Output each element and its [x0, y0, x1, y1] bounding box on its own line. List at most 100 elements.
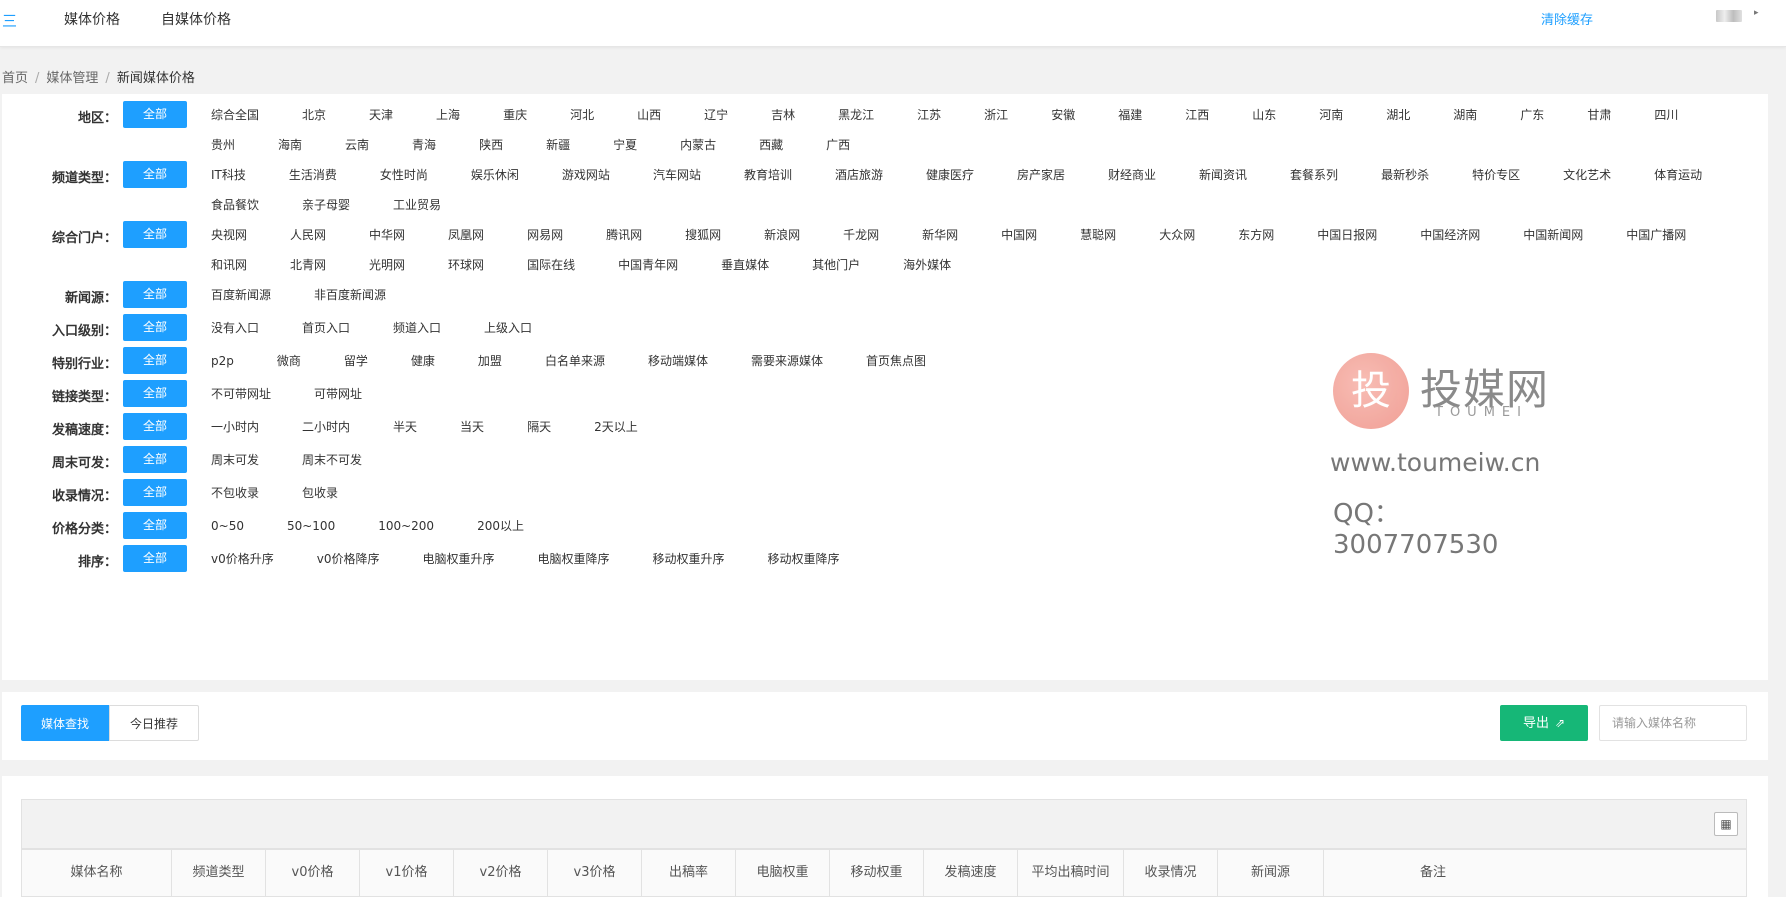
filter-option[interactable]: 房产家居 [1017, 160, 1065, 190]
filter-option[interactable]: 中国网 [1001, 220, 1037, 250]
filter-option[interactable]: 海南 [278, 130, 302, 160]
filter-all-button[interactable]: 全部 [123, 545, 187, 572]
filter-option[interactable]: 汽车网站 [653, 160, 701, 190]
filter-option[interactable]: 微商 [277, 346, 301, 376]
filter-option[interactable]: 综合全国 [211, 100, 259, 130]
filter-option[interactable]: 特价专区 [1472, 160, 1520, 190]
column-header[interactable]: 媒体名称 [22, 850, 172, 896]
filter-option[interactable]: 海外媒体 [903, 250, 951, 280]
filter-option[interactable]: 云南 [345, 130, 369, 160]
filter-all-button[interactable]: 全部 [123, 512, 187, 539]
filter-option[interactable]: 100~200 [378, 511, 434, 541]
filter-option[interactable]: 环球网 [448, 250, 484, 280]
filter-option[interactable]: 人民网 [290, 220, 326, 250]
filter-option[interactable]: 当天 [460, 412, 484, 442]
filter-option[interactable]: 不包收录 [211, 478, 259, 508]
filter-option[interactable]: 移动权重升序 [653, 544, 725, 574]
filter-option[interactable]: 健康医疗 [926, 160, 974, 190]
filter-option[interactable]: 广东 [1520, 100, 1544, 130]
nav-self-media-price[interactable]: 自媒体价格 [161, 9, 231, 29]
column-header[interactable]: 收录情况 [1124, 850, 1218, 896]
filter-option[interactable]: 和讯网 [211, 250, 247, 280]
avatar[interactable] [1716, 10, 1742, 22]
filter-option[interactable]: 光明网 [369, 250, 405, 280]
filter-option[interactable]: 江西 [1185, 100, 1209, 130]
filter-option[interactable]: 内蒙古 [680, 130, 716, 160]
filter-option[interactable]: 腾讯网 [606, 220, 642, 250]
filter-option[interactable]: 甘肃 [1587, 100, 1611, 130]
column-header[interactable]: 新闻源 [1218, 850, 1324, 896]
filter-option[interactable]: 亲子母婴 [302, 190, 350, 220]
menu-toggle-icon[interactable]: 三 [2, 10, 17, 31]
filter-option[interactable]: 大众网 [1159, 220, 1195, 250]
filter-option[interactable]: 江苏 [917, 100, 941, 130]
filter-option[interactable]: 山西 [637, 100, 661, 130]
filter-option[interactable]: 0~50 [211, 511, 244, 541]
filter-option[interactable]: 中国新闻网 [1523, 220, 1583, 250]
filter-option[interactable]: 教育培训 [744, 160, 792, 190]
filter-option[interactable]: 宁夏 [613, 130, 637, 160]
filter-option[interactable]: 浙江 [984, 100, 1008, 130]
filter-option[interactable]: 一小时内 [211, 412, 259, 442]
filter-option[interactable]: 频道入口 [393, 313, 441, 343]
tab-media-search[interactable]: 媒体查找 [21, 705, 109, 741]
filter-option[interactable]: 广西 [826, 130, 850, 160]
filter-all-button[interactable]: 全部 [123, 161, 187, 188]
filter-option[interactable]: 百度新闻源 [211, 280, 271, 310]
column-header[interactable]: 频道类型 [172, 850, 266, 896]
column-header[interactable]: 平均出稿时间 [1018, 850, 1124, 896]
filter-option[interactable]: 四川 [1654, 100, 1678, 130]
filter-option[interactable]: 移动权重降序 [768, 544, 840, 574]
column-header[interactable]: v0价格 [266, 850, 360, 896]
filter-option[interactable]: 上级入口 [484, 313, 532, 343]
filter-option[interactable]: 生活消费 [289, 160, 337, 190]
filter-option[interactable]: 套餐系列 [1290, 160, 1338, 190]
filter-all-button[interactable]: 全部 [123, 281, 187, 308]
breadcrumb-home[interactable]: 首页 [2, 71, 28, 86]
filter-option[interactable]: 包收录 [302, 478, 338, 508]
filter-option[interactable]: 垂直媒体 [721, 250, 769, 280]
filter-all-button[interactable]: 全部 [123, 314, 187, 341]
filter-option[interactable]: 财经商业 [1108, 160, 1156, 190]
filter-option[interactable]: 电脑权重降序 [538, 544, 610, 574]
filter-option[interactable]: 中华网 [369, 220, 405, 250]
filter-option[interactable]: 留学 [344, 346, 368, 376]
filter-option[interactable]: 辽宁 [704, 100, 728, 130]
filter-option[interactable]: 千龙网 [843, 220, 879, 250]
filter-option[interactable]: 周末可发 [211, 445, 259, 475]
filter-option[interactable]: 湖北 [1386, 100, 1410, 130]
filter-option[interactable]: 二小时内 [302, 412, 350, 442]
filter-option[interactable]: 慧聪网 [1080, 220, 1116, 250]
filter-option[interactable]: 天津 [369, 100, 393, 130]
filter-option[interactable]: 非百度新闻源 [314, 280, 386, 310]
tab-today-recommend[interactable]: 今日推荐 [109, 705, 199, 741]
filter-option[interactable]: v0价格升序 [211, 544, 274, 574]
filter-option[interactable]: 最新秒杀 [1381, 160, 1429, 190]
filter-option[interactable]: 白名单来源 [545, 346, 605, 376]
filter-option[interactable]: 国际在线 [527, 250, 575, 280]
filter-option[interactable]: 福建 [1118, 100, 1142, 130]
filter-option[interactable]: 东方网 [1238, 220, 1274, 250]
filter-option[interactable]: 首页入口 [302, 313, 350, 343]
filter-option[interactable]: 工业贸易 [393, 190, 441, 220]
filter-option[interactable]: 上海 [436, 100, 460, 130]
filter-option[interactable]: 河南 [1319, 100, 1343, 130]
filter-option[interactable]: 食品餐饮 [211, 190, 259, 220]
filter-option[interactable]: 山东 [1252, 100, 1276, 130]
filter-option[interactable]: 半天 [393, 412, 417, 442]
filter-option[interactable]: 北京 [302, 100, 326, 130]
filter-all-button[interactable]: 全部 [123, 221, 187, 248]
export-button[interactable]: 导出 ⇗ [1500, 705, 1588, 741]
filter-option[interactable]: 新华网 [922, 220, 958, 250]
clear-cache-link[interactable]: 清除缓存 [1541, 9, 1593, 28]
filter-option[interactable]: 中国广播网 [1626, 220, 1686, 250]
filter-option[interactable]: 中国青年网 [618, 250, 678, 280]
filter-option[interactable]: 娱乐休闲 [471, 160, 519, 190]
filter-option[interactable]: 2天以上 [594, 412, 638, 442]
filter-option[interactable]: 安徽 [1051, 100, 1075, 130]
filter-option[interactable]: 50~100 [287, 511, 335, 541]
filter-option[interactable]: 隔天 [527, 412, 551, 442]
filter-option[interactable]: 移动端媒体 [648, 346, 708, 376]
filter-option[interactable]: 青海 [412, 130, 436, 160]
filter-option[interactable]: p2p [211, 346, 234, 376]
